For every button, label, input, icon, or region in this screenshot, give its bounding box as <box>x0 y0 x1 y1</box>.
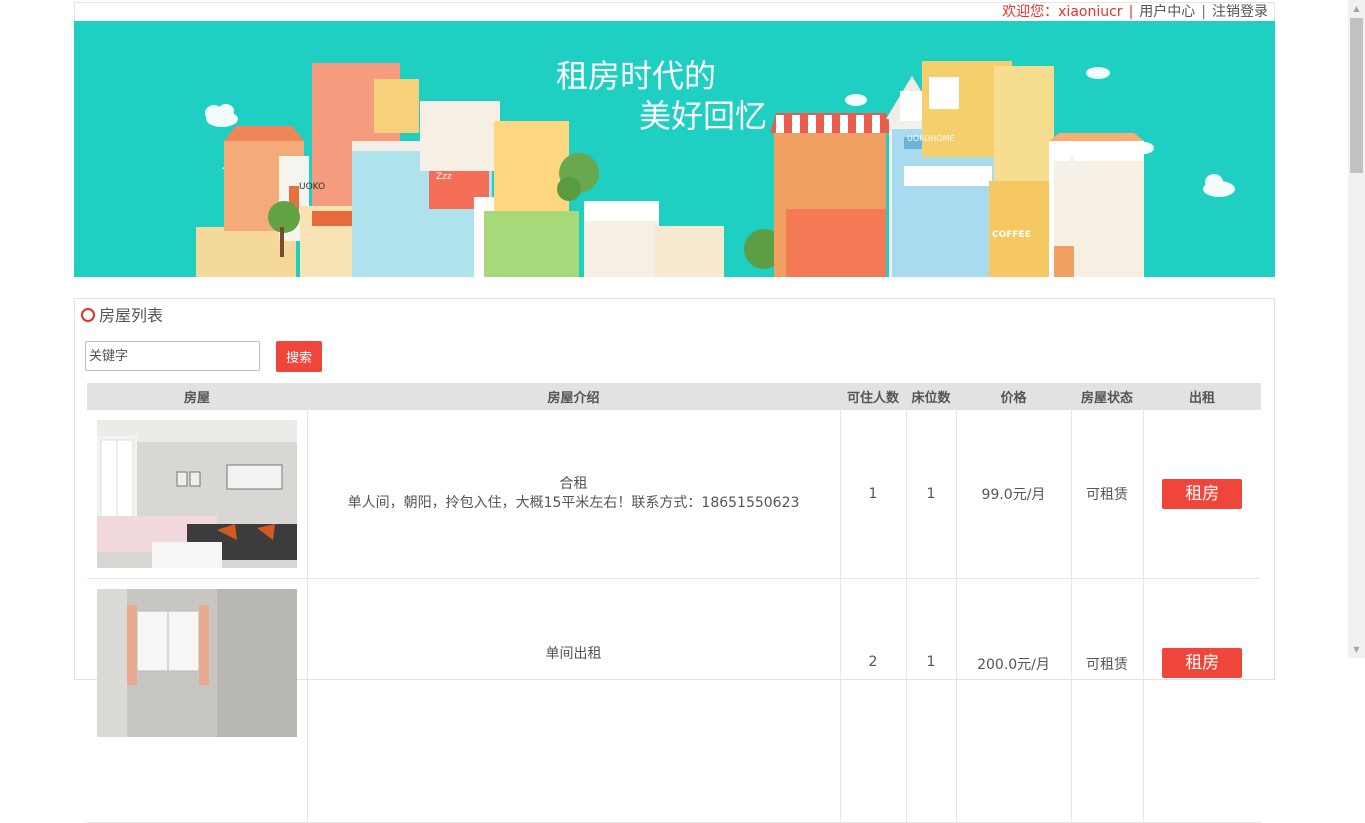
banner-heading-1: 租房时代的 <box>556 57 716 95</box>
user-center-link[interactable]: 用户中心 <box>1139 4 1195 20</box>
house-description-cell: 合租 单人间，朝阳，拎包入住，大概15平米左右！联系方式：18651550623 <box>307 410 841 579</box>
separator: | <box>1201 4 1206 20</box>
rent-button[interactable]: 租房 <box>1162 648 1243 678</box>
banner-illustration: 租房时代的 美好回忆 UOKO UOKOHOME COFFEE Zzz <box>74 21 1275 277</box>
price-cell: 99.0元/月 <box>956 410 1072 579</box>
beds-cell: 1 <box>906 578 957 823</box>
house-table: 房屋 房屋介绍 可住人数 床位数 价格 房屋状态 出租 合租 单人间，朝阳，拎包… <box>87 383 1261 823</box>
beds-cell: 1 <box>906 410 957 579</box>
column-header: 房屋 <box>87 383 307 410</box>
column-header: 房屋状态 <box>1071 383 1143 410</box>
top-links: 欢迎您：xiaoniucr | 用户中心 | 注销登录 <box>1002 3 1268 21</box>
banner-image: 租房时代的 美好回忆 UOKO UOKOHOME COFFEE Zzz <box>74 21 1275 277</box>
table-row: 单间出租 2 1 200.0元/月 可租赁 租房 <box>87 578 1261 823</box>
separator: | <box>1128 4 1134 20</box>
scrollbar-thumb[interactable] <box>1350 18 1363 173</box>
circle-icon <box>81 308 95 322</box>
column-header: 价格 <box>956 383 1071 410</box>
column-header: 出租 <box>1143 383 1261 410</box>
scroll-up-icon[interactable]: ▲ <box>1348 0 1365 17</box>
welcome-text: 欢迎您：xiaoniucr <box>1002 4 1123 20</box>
rent-button[interactable]: 租房 <box>1162 479 1243 509</box>
scroll-down-icon[interactable]: ▼ <box>1348 641 1365 658</box>
table-header-row: 房屋 房屋介绍 可住人数 床位数 价格 房屋状态 出租 <box>87 383 1261 410</box>
status-cell: 可租赁 <box>1071 578 1144 823</box>
house-title: 合租 <box>559 476 588 492</box>
status-cell: 可租赁 <box>1071 410 1144 579</box>
panel-title-text: 房屋列表 <box>99 306 164 325</box>
action-cell: 租房 <box>1143 410 1261 579</box>
search-input[interactable] <box>85 341 260 371</box>
house-title: 单间出租 <box>545 646 602 662</box>
house-photo[interactable] <box>96 420 297 568</box>
vertical-scrollbar[interactable]: ▲ ▼ <box>1348 0 1365 658</box>
house-list-panel: 房屋列表 搜索 房屋 房屋介绍 可住人数 床位数 价格 <box>74 298 1275 823</box>
banner-heading-2: 美好回忆 <box>639 97 767 135</box>
table-row: 合租 单人间，朝阳，拎包入住，大概15平米左右！联系方式：18651550623… <box>87 410 1261 579</box>
price-cell: 200.0元/月 <box>956 578 1072 823</box>
sign-coffee: COFFEE <box>992 230 1031 240</box>
sign-zzz: Zzz <box>436 172 452 182</box>
capacity-cell: 2 <box>840 578 907 823</box>
house-photo-cell <box>87 578 308 823</box>
capacity-cell: 1 <box>840 410 907 579</box>
house-description: 单人间，朝阳，拎包入住，大概15平米左右！联系方式：18651550623 <box>347 495 800 511</box>
house-photo[interactable] <box>96 589 297 737</box>
column-header: 可住人数 <box>840 383 906 410</box>
logout-link[interactable]: 注销登录 <box>1212 4 1268 20</box>
house-description-cell: 单间出租 <box>307 578 841 823</box>
top-bar: 欢迎您：xiaoniucr | 用户中心 | 注销登录 <box>74 2 1275 21</box>
column-header: 床位数 <box>906 383 956 410</box>
search-button[interactable]: 搜索 <box>276 341 322 372</box>
action-cell: 租房 <box>1143 578 1261 823</box>
panel-title: 房屋列表 <box>81 307 163 325</box>
sign-uoko: UOKO <box>299 182 325 192</box>
sign-uokohome: UOKOHOME <box>907 134 955 143</box>
house-photo-cell <box>87 410 308 579</box>
column-header: 房屋介绍 <box>307 383 840 410</box>
